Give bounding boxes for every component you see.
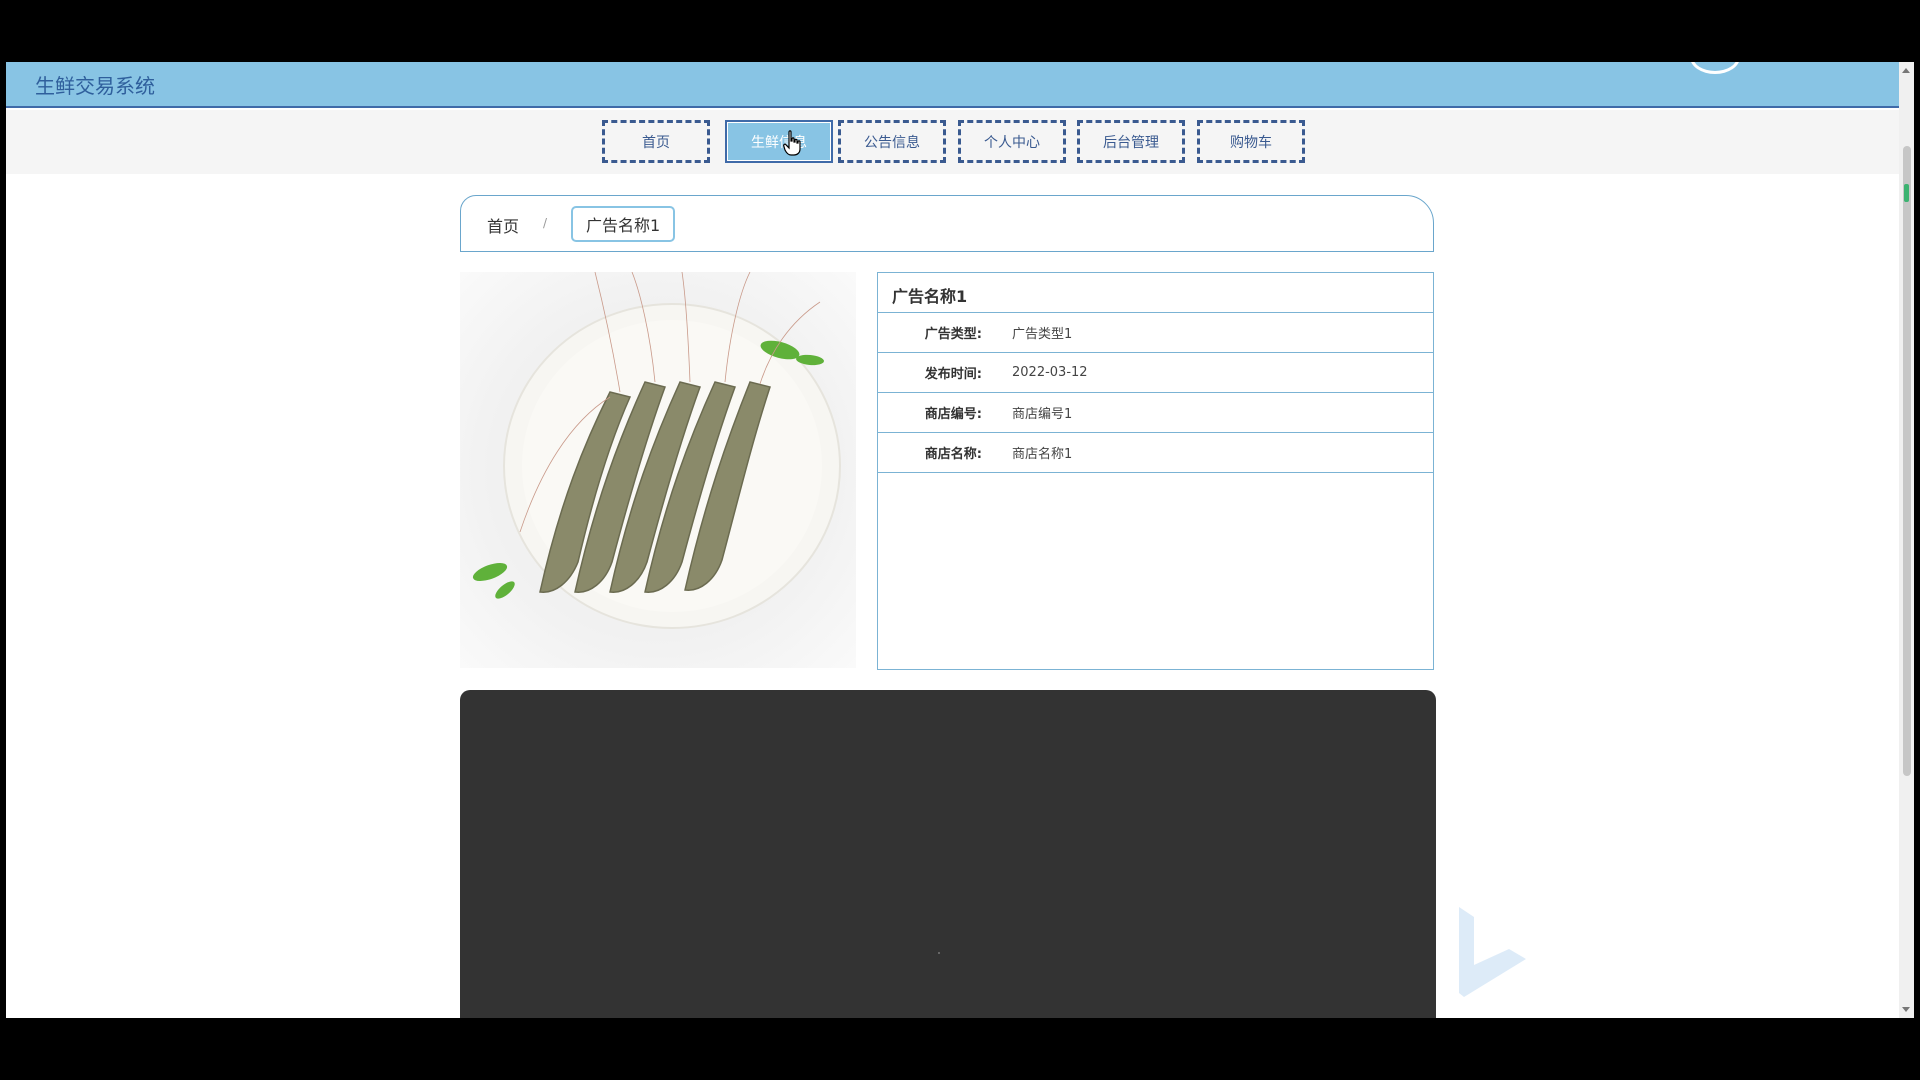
- scroll-up-icon[interactable]: [1902, 68, 1910, 73]
- detail-row-store-id: 商店编号: 商店编号1: [878, 393, 1433, 433]
- video-player[interactable]: [460, 690, 1436, 1018]
- breadcrumb-home[interactable]: 首页: [487, 213, 519, 237]
- browser-viewport: 生鲜交易系统 首页 生鲜信息 公告信息 个人中心 后台管理 购物车 首页 / 广…: [6, 62, 1899, 1018]
- product-image: [460, 272, 856, 668]
- detail-value: 商店名称1: [1012, 447, 1073, 462]
- main-nav: 首页 生鲜信息 公告信息 个人中心 后台管理 购物车: [6, 110, 1899, 174]
- detail-value: 商店编号1: [1012, 407, 1073, 422]
- hand-pointer-icon: [783, 130, 801, 156]
- detail-label: 商店名称:: [924, 447, 982, 462]
- detail-label: 发布时间:: [924, 367, 982, 382]
- detail-panel: 广告名称1 广告类型: 广告类型1 发布时间: 2022-03-12 商店编号:…: [877, 272, 1434, 670]
- site-header: 生鲜交易系统: [6, 62, 1899, 108]
- shrimp-plate-image: [472, 272, 841, 629]
- nav-item-personal-center[interactable]: 个人中心: [958, 120, 1066, 163]
- detail-value: 广告类型1: [1012, 327, 1073, 342]
- scroll-down-icon[interactable]: [1902, 1007, 1910, 1012]
- screen: 生鲜交易系统 首页 生鲜信息 公告信息 个人中心 后台管理 购物车 首页 / 广…: [0, 0, 1920, 1080]
- site-title: 生鲜交易系统: [35, 74, 155, 98]
- avatar-ring-icon[interactable]: [1690, 62, 1740, 74]
- detail-title: 广告名称1: [878, 273, 1433, 313]
- nav-item-cart[interactable]: 购物车: [1197, 120, 1305, 163]
- detail-label: 商店编号:: [924, 407, 982, 422]
- breadcrumb-separator: /: [543, 216, 548, 230]
- nav-item-home[interactable]: 首页: [602, 120, 710, 163]
- detail-value: 2022-03-12: [1012, 365, 1088, 380]
- video-loading-dot: [938, 952, 940, 954]
- detail-row-store-name: 商店名称: 商店名称1: [878, 433, 1433, 473]
- nav-item-fresh-info[interactable]: 生鲜信息: [725, 120, 833, 163]
- nav-item-admin[interactable]: 后台管理: [1077, 120, 1185, 163]
- scroll-marker: [1904, 184, 1909, 202]
- video-logo-icon: [1459, 907, 1526, 997]
- nav-item-announcements[interactable]: 公告信息: [838, 120, 946, 163]
- breadcrumb-current: 广告名称1: [571, 206, 676, 242]
- detail-row-ad-type: 广告类型: 广告类型1: [878, 313, 1433, 353]
- page-scrollbar[interactable]: [1899, 62, 1914, 1018]
- detail-row-publish-time: 发布时间: 2022-03-12: [878, 353, 1433, 393]
- scroll-thumb[interactable]: [1903, 146, 1911, 776]
- detail-label: 广告类型:: [924, 327, 982, 342]
- breadcrumb: 首页 / 广告名称1: [460, 195, 1434, 252]
